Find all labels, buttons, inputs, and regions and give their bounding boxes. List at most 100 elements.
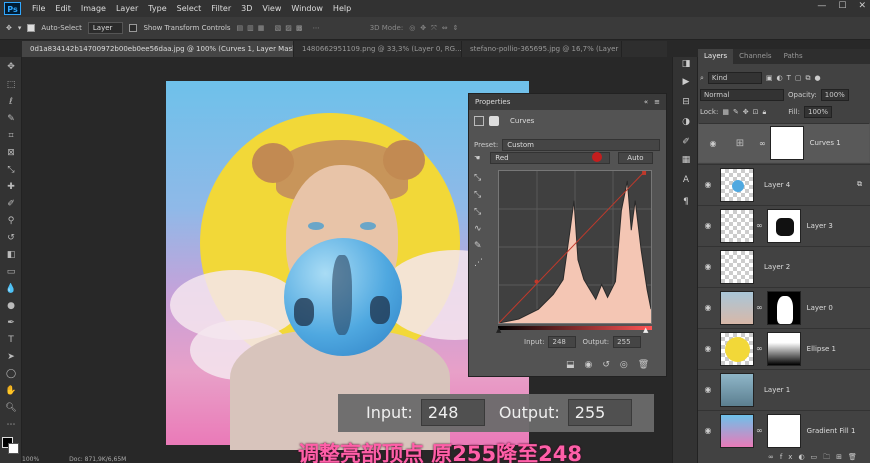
history-brush-icon[interactable]: ↺ [4, 231, 18, 245]
layer-footer-icons[interactable]: ∞fx◐▭🗀⊞🗑︎ [768, 453, 863, 463]
hand-tool-icon[interactable]: ✋ [4, 384, 18, 398]
minimize-icon[interactable]: — [817, 1, 826, 11]
layer-mask-thumbnail[interactable] [766, 290, 801, 325]
properties-panel-icon[interactable]: ⊟ [679, 95, 693, 109]
layer-thumbnail[interactable] [720, 331, 754, 366]
lasso-tool-icon[interactable]: ℓ [4, 95, 18, 109]
ellipse-tool-icon[interactable]: ◯ [4, 367, 18, 381]
menu-type[interactable]: Type [143, 4, 171, 13]
eyedropper-tool-icon[interactable]: ⤡ [4, 163, 18, 177]
eraser-tool-icon[interactable]: ◧ [4, 248, 18, 262]
visibility-icon[interactable]: ◎ [620, 360, 628, 370]
gray-point-eyedropper-icon[interactable]: ⤡ [474, 187, 488, 204]
menu-window[interactable]: Window [286, 4, 328, 13]
move-tool-icon[interactable]: ✥ [4, 60, 18, 74]
brush-tool-icon[interactable]: ✐ [4, 197, 18, 211]
zoom-level[interactable]: 100% [22, 456, 39, 463]
auto-button[interactable]: Auto [618, 152, 653, 164]
opacity-field[interactable]: 100% [820, 89, 849, 101]
panel-menu-icon[interactable]: ≡ [654, 98, 660, 106]
black-point-eyedropper-icon[interactable]: ⤡ [474, 170, 488, 187]
visibility-eye-icon[interactable]: ◉ [698, 303, 718, 312]
character-panel-icon[interactable]: A [679, 173, 693, 187]
output-field[interactable]: 255 [613, 336, 642, 348]
visibility-eye-icon[interactable]: ◉ [703, 139, 723, 148]
maximize-icon[interactable]: ☐ [838, 1, 846, 11]
visibility-eye-icon[interactable]: ◉ [698, 385, 718, 394]
menu-edit[interactable]: Edit [50, 4, 76, 13]
zoom-tool-icon[interactable]: 🔍︎ [4, 401, 18, 415]
view-previous-icon[interactable]: ◉ [585, 360, 593, 370]
menu-view[interactable]: View [257, 4, 286, 13]
white-slider-icon[interactable]: ▲ [643, 326, 648, 334]
layer-row-layer-0[interactable]: ◉ ∞ Layer 0 [698, 287, 870, 327]
layer-row-layer-2[interactable]: ◉ Layer 2 [698, 246, 870, 286]
kind-filter-dropdown[interactable]: Kind [707, 72, 762, 84]
dodge-tool-icon[interactable]: ● [4, 299, 18, 313]
tab-channels[interactable]: Channels [733, 49, 777, 64]
visibility-eye-icon[interactable]: ◉ [698, 262, 718, 271]
pencil-draw-icon[interactable]: ✎ [474, 238, 488, 255]
marquee-tool-icon[interactable]: ⬚ [4, 78, 18, 92]
menu-select[interactable]: Select [172, 4, 207, 13]
align-icons[interactable]: ▤▥▦ ▧▨▩ ⋯ [237, 24, 324, 32]
reset-icon[interactable]: ↺ [602, 360, 610, 370]
menu-image[interactable]: Image [76, 4, 111, 13]
tab-layers[interactable]: Layers [698, 49, 734, 64]
visibility-eye-icon[interactable]: ◉ [698, 426, 718, 435]
adjustments-panel-icon[interactable]: ◑ [679, 115, 693, 129]
gradient-tool-icon[interactable]: ▭ [4, 265, 18, 279]
layer-row-layer-3[interactable]: ◉ ∞ Layer 3 [698, 205, 870, 245]
chain-link-icon[interactable]: ∞ [756, 221, 763, 230]
layer-row-gradient-fill-1[interactable]: ◉ ∞ Gradient Fill 1 [698, 410, 870, 450]
tab-document-3[interactable]: stefano-pollio-365695.jpg @ 16,7% (Layer… [462, 41, 622, 57]
auto-select-target-dropdown[interactable]: Layer [87, 22, 124, 34]
chain-link-icon[interactable]: ∞ [756, 344, 763, 353]
move-tool-icon[interactable]: ✥ [6, 24, 12, 32]
target-adjust-hand-icon[interactable]: ☚ [474, 154, 480, 162]
clone-stamp-icon[interactable]: ⚲ [4, 214, 18, 228]
curve-edit-icon[interactable]: ∿ [474, 221, 488, 238]
brush-settings-icon[interactable]: ✐ [679, 135, 693, 149]
layer-thumbnail[interactable] [720, 208, 754, 243]
input-field[interactable]: 248 [548, 336, 577, 348]
overlay-output-field[interactable]: 255 [567, 399, 632, 426]
menu-file[interactable]: File [27, 4, 50, 13]
crop-tool-icon[interactable]: ⌗ [4, 129, 18, 143]
chain-link-icon[interactable]: ∞ [756, 303, 763, 312]
layer-thumbnail[interactable] [720, 372, 754, 407]
auto-select-checkbox[interactable] [27, 24, 36, 32]
paragraph-panel-icon[interactable]: ¶ [679, 195, 693, 209]
layer-mask-icon[interactable] [489, 116, 499, 126]
curves-graph[interactable] [498, 170, 652, 324]
healing-brush-icon[interactable]: ✚ [4, 180, 18, 194]
layer-mask-thumbnail[interactable] [766, 413, 801, 448]
preset-dropdown[interactable]: Custom [502, 139, 661, 151]
background-color-swatch[interactable] [8, 443, 19, 454]
chain-link-icon[interactable]: ∞ [756, 426, 763, 435]
transform-controls-checkbox[interactable] [129, 24, 138, 32]
layer-row-layer-1[interactable]: ◉ Layer 1 [698, 369, 870, 409]
trash-icon[interactable]: 🗑︎ [638, 360, 649, 370]
swatches-panel-icon[interactable]: ▦ [679, 153, 693, 167]
path-select-icon[interactable]: ➤ [4, 350, 18, 364]
3d-tools-icons[interactable]: ◎✥⤧⇔⇕ [409, 24, 463, 33]
lock-icons[interactable]: ▦✎✥⊡🔒︎ [722, 108, 770, 117]
quick-select-tool-icon[interactable]: ✎ [4, 112, 18, 126]
layer-mask-thumbnail[interactable] [769, 126, 804, 160]
collapse-icon[interactable]: « [644, 98, 648, 106]
blur-tool-icon[interactable]: 💧 [4, 282, 18, 296]
layer-thumbnail[interactable] [720, 290, 754, 325]
layer-thumbnail[interactable] [720, 413, 754, 448]
chevron-down-icon[interactable]: ▾ [18, 24, 22, 32]
close-icon[interactable]: ✕ [858, 1, 866, 11]
layer-mask-thumbnail[interactable] [766, 208, 801, 243]
smooth-curve-icon[interactable]: ⋰ [474, 255, 488, 272]
frame-tool-icon[interactable]: ⊠ [4, 146, 18, 160]
overlay-input-field[interactable]: 248 [420, 399, 485, 426]
visibility-eye-icon[interactable]: ◉ [698, 344, 718, 353]
black-slider-icon[interactable]: ▲ [496, 326, 501, 334]
actions-panel-icon[interactable]: ▶ [679, 75, 693, 89]
edit-toolbar-icon[interactable]: ⋯ [4, 418, 18, 432]
layer-row-ellipse-1[interactable]: ◉ ∞ Ellipse 1 [698, 328, 870, 368]
